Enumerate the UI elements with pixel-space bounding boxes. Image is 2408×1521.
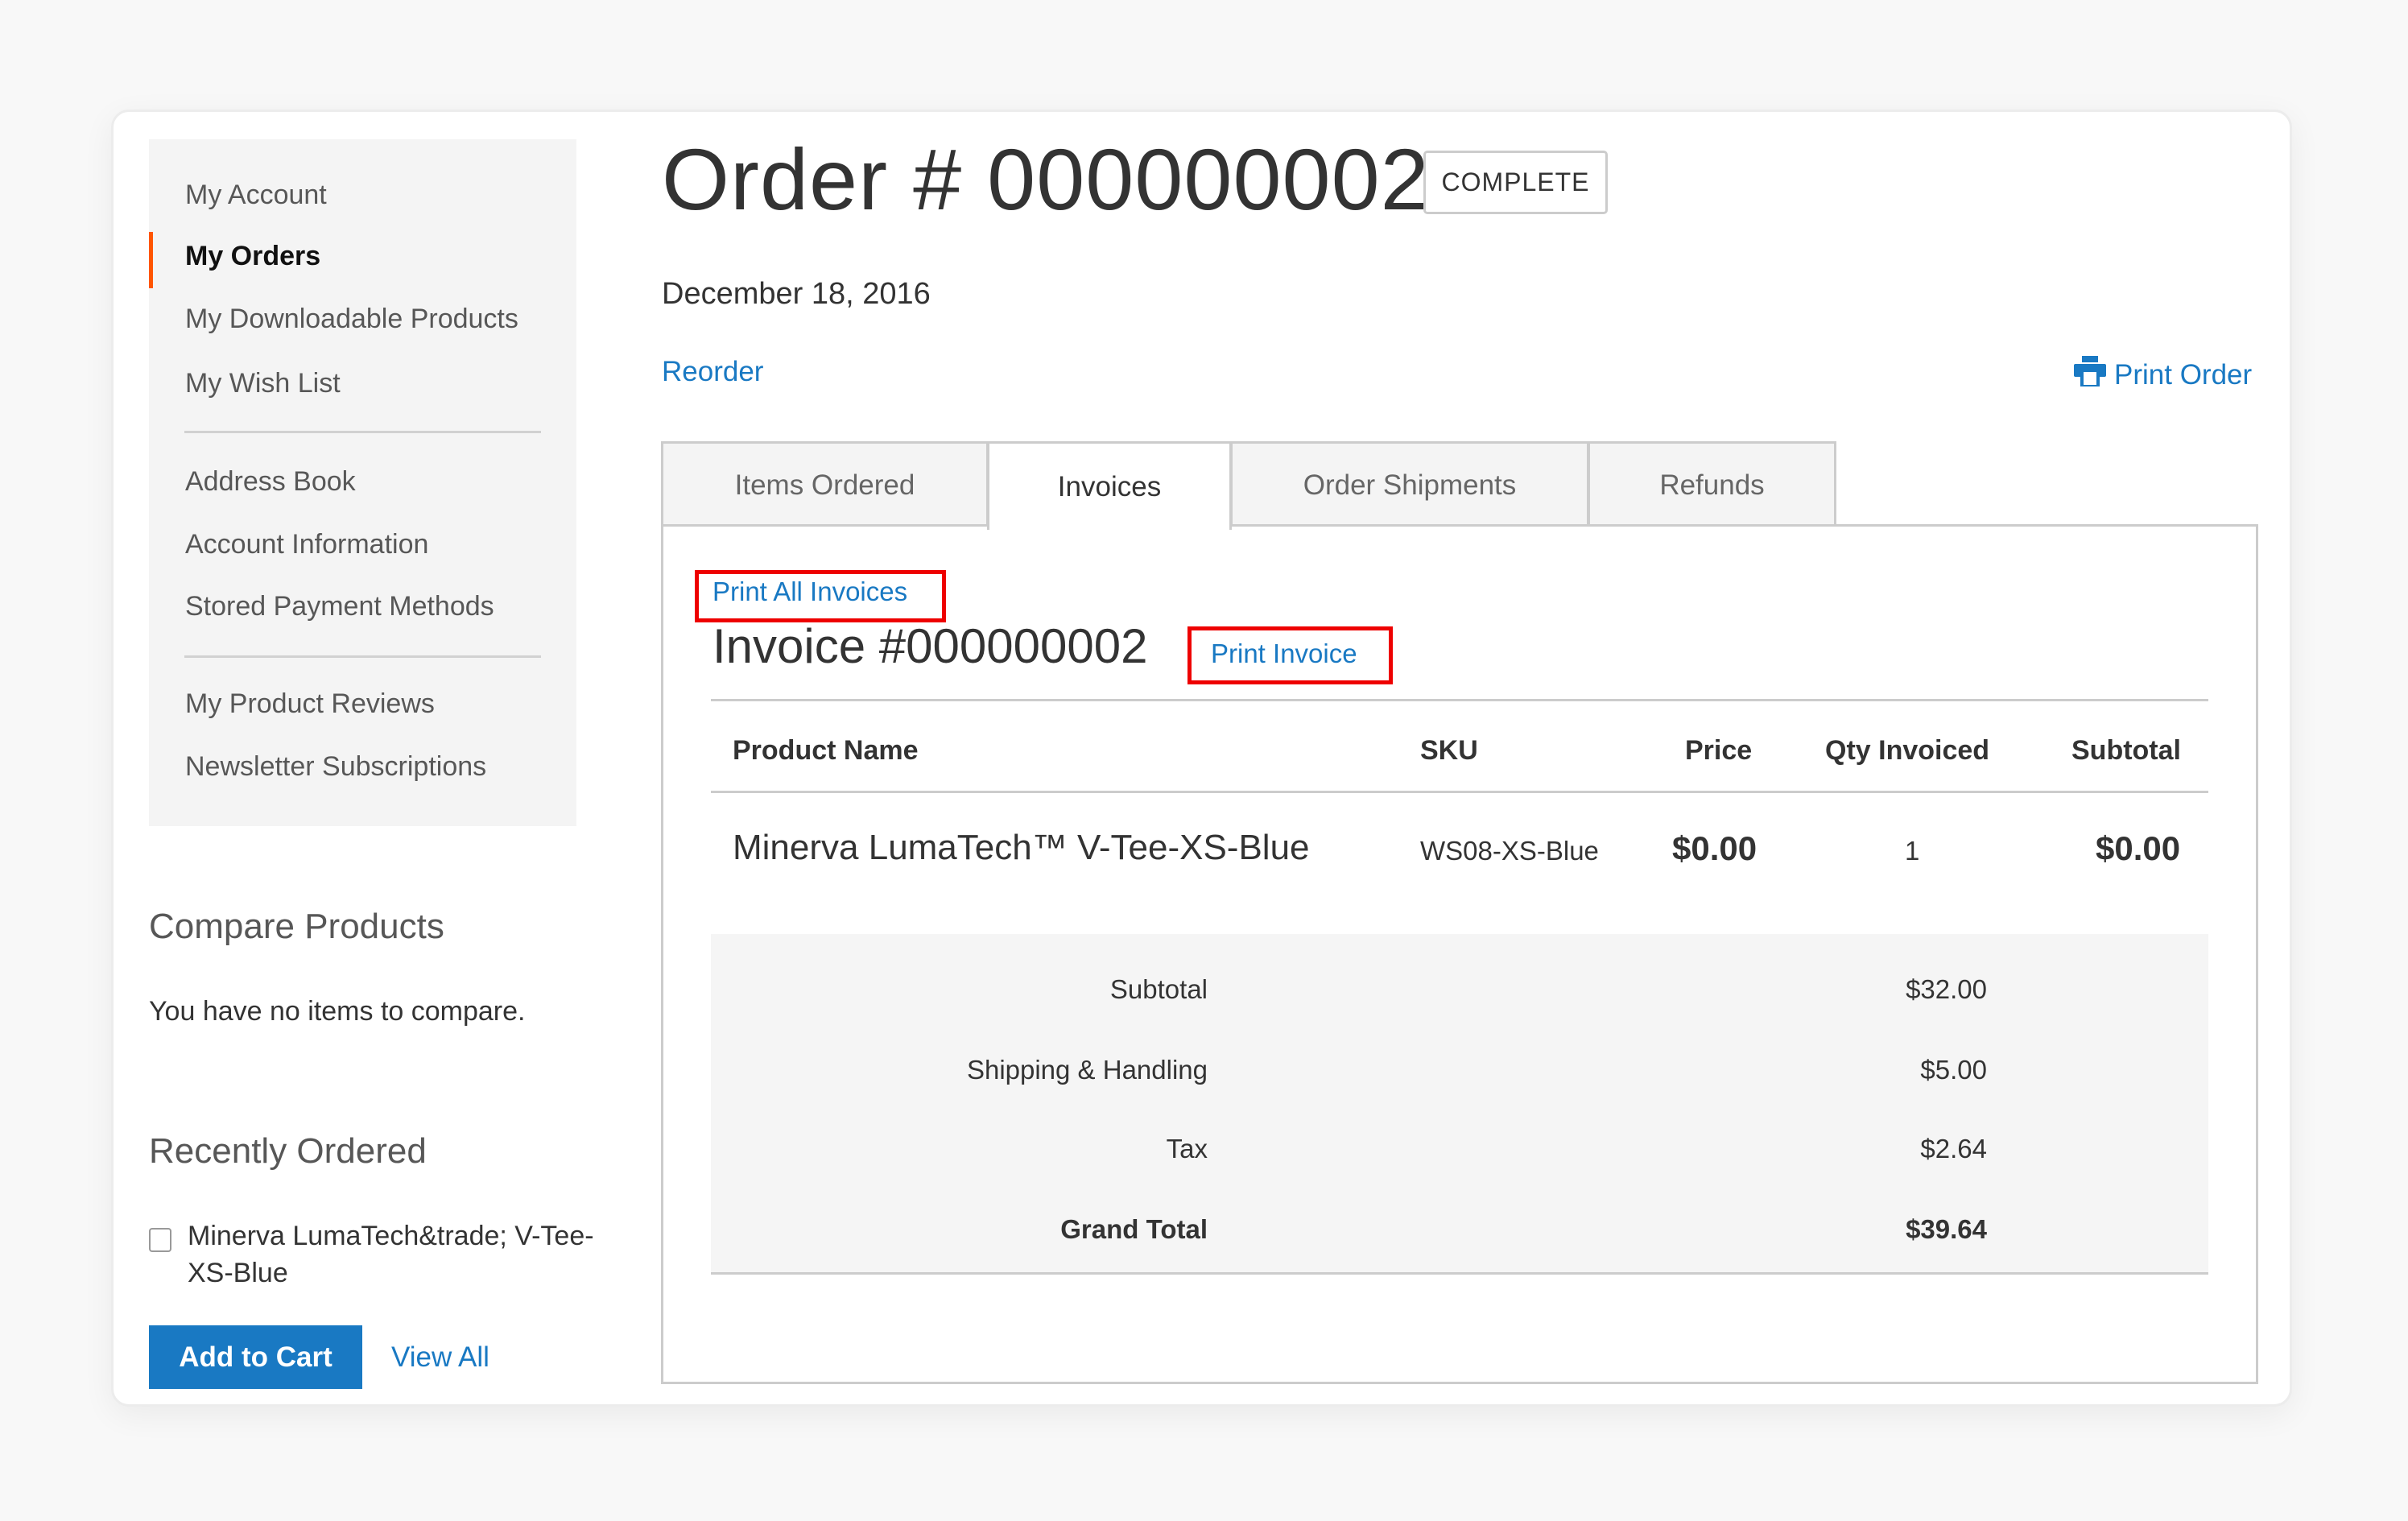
recently-ordered-checkbox[interactable] <box>149 1228 171 1252</box>
print-order-label: Print Order <box>2114 358 2253 391</box>
reorder-link[interactable]: Reorder <box>662 356 763 388</box>
page-title: Order # 000000002 <box>662 130 1430 228</box>
compare-empty-text: You have no items to compare. <box>149 996 526 1027</box>
table-top-divider <box>711 699 2208 701</box>
sidebar-item-my-product-reviews[interactable]: My Product Reviews <box>185 688 435 720</box>
subtotal-cell: $0.00 <box>2096 829 2181 867</box>
tab-order-shipments[interactable]: Order Shipments <box>1230 441 1589 527</box>
totals-label-shipping: Shipping & Handling <box>966 1055 1208 1085</box>
print-all-invoices-link[interactable]: Print All Invoices <box>712 577 907 607</box>
order-status-badge: COMPLETE <box>1423 151 1608 214</box>
column-header-sku: SKU <box>1420 735 1478 766</box>
totals-label-grand-total: Grand Total <box>1060 1214 1208 1244</box>
sidebar-item-my-orders[interactable]: My Orders <box>185 241 320 272</box>
order-date: December 18, 2016 <box>662 277 931 311</box>
nav-divider <box>184 431 541 433</box>
column-header-product-name: Product Name <box>733 735 919 766</box>
table-header-divider <box>711 791 2208 793</box>
totals-value-grand-total: $39.64 <box>1906 1214 1987 1244</box>
tab-items-ordered[interactable]: Items Ordered <box>661 441 989 527</box>
sidebar-item-newsletter-subscriptions[interactable]: Newsletter Subscriptions <box>185 751 486 783</box>
price-cell: $0.00 <box>1672 829 1757 867</box>
totals-label-tax: Tax <box>1166 1134 1208 1163</box>
nav-divider <box>184 655 541 658</box>
active-nav-marker <box>149 232 153 288</box>
product-name-cell: Minerva LumaTech™ V-Tee-XS-Blue <box>733 828 1310 867</box>
sidebar-item-my-downloadable-products[interactable]: My Downloadable Products <box>185 304 518 335</box>
recently-ordered-item-name-cont[interactable]: XS-Blue <box>188 1258 288 1289</box>
view-all-link[interactable]: View All <box>391 1341 489 1374</box>
totals-value-tax: $2.64 <box>1920 1134 1987 1163</box>
sidebar-item-account-information[interactable]: Account Information <box>185 529 428 560</box>
column-header-subtotal: Subtotal <box>2071 735 2181 766</box>
qty-cell: 1 <box>1905 836 1920 866</box>
recently-ordered-item-name[interactable]: Minerva LumaTech&trade; V-Tee- <box>188 1221 594 1252</box>
sidebar-item-my-account[interactable]: My Account <box>185 180 327 211</box>
totals-value-subtotal: $32.00 <box>1906 974 1987 1004</box>
account-sidebar-nav: My Account My Orders My Downloadable Pro… <box>149 139 576 826</box>
sku-cell: WS08-XS-Blue <box>1420 836 1599 866</box>
print-order-link[interactable]: Print Order <box>2074 356 2252 394</box>
add-to-cart-button[interactable]: Add to Cart <box>149 1325 362 1389</box>
totals-value-shipping: $5.00 <box>1920 1055 1987 1085</box>
recently-ordered-title: Recently Ordered <box>149 1131 427 1171</box>
totals-label-subtotal: Subtotal <box>1109 974 1208 1004</box>
sidebar-item-my-wish-list[interactable]: My Wish List <box>185 368 341 399</box>
column-header-qty-invoiced: Qty Invoiced <box>1825 735 1990 766</box>
printer-icon <box>2074 356 2106 394</box>
invoice-title: Invoice #000000002 <box>712 619 1148 673</box>
tab-invoices[interactable]: Invoices <box>987 441 1232 530</box>
order-totals: Subtotal $32.00 Shipping & Handling $5.0… <box>711 934 2208 1275</box>
tab-refunds[interactable]: Refunds <box>1588 441 1836 527</box>
sidebar-item-stored-payment-methods[interactable]: Stored Payment Methods <box>185 591 494 622</box>
column-header-price: Price <box>1685 735 1753 766</box>
sidebar-item-address-book[interactable]: Address Book <box>185 466 356 498</box>
print-invoice-link[interactable]: Print Invoice <box>1211 639 1357 669</box>
compare-products-title: Compare Products <box>149 907 444 946</box>
